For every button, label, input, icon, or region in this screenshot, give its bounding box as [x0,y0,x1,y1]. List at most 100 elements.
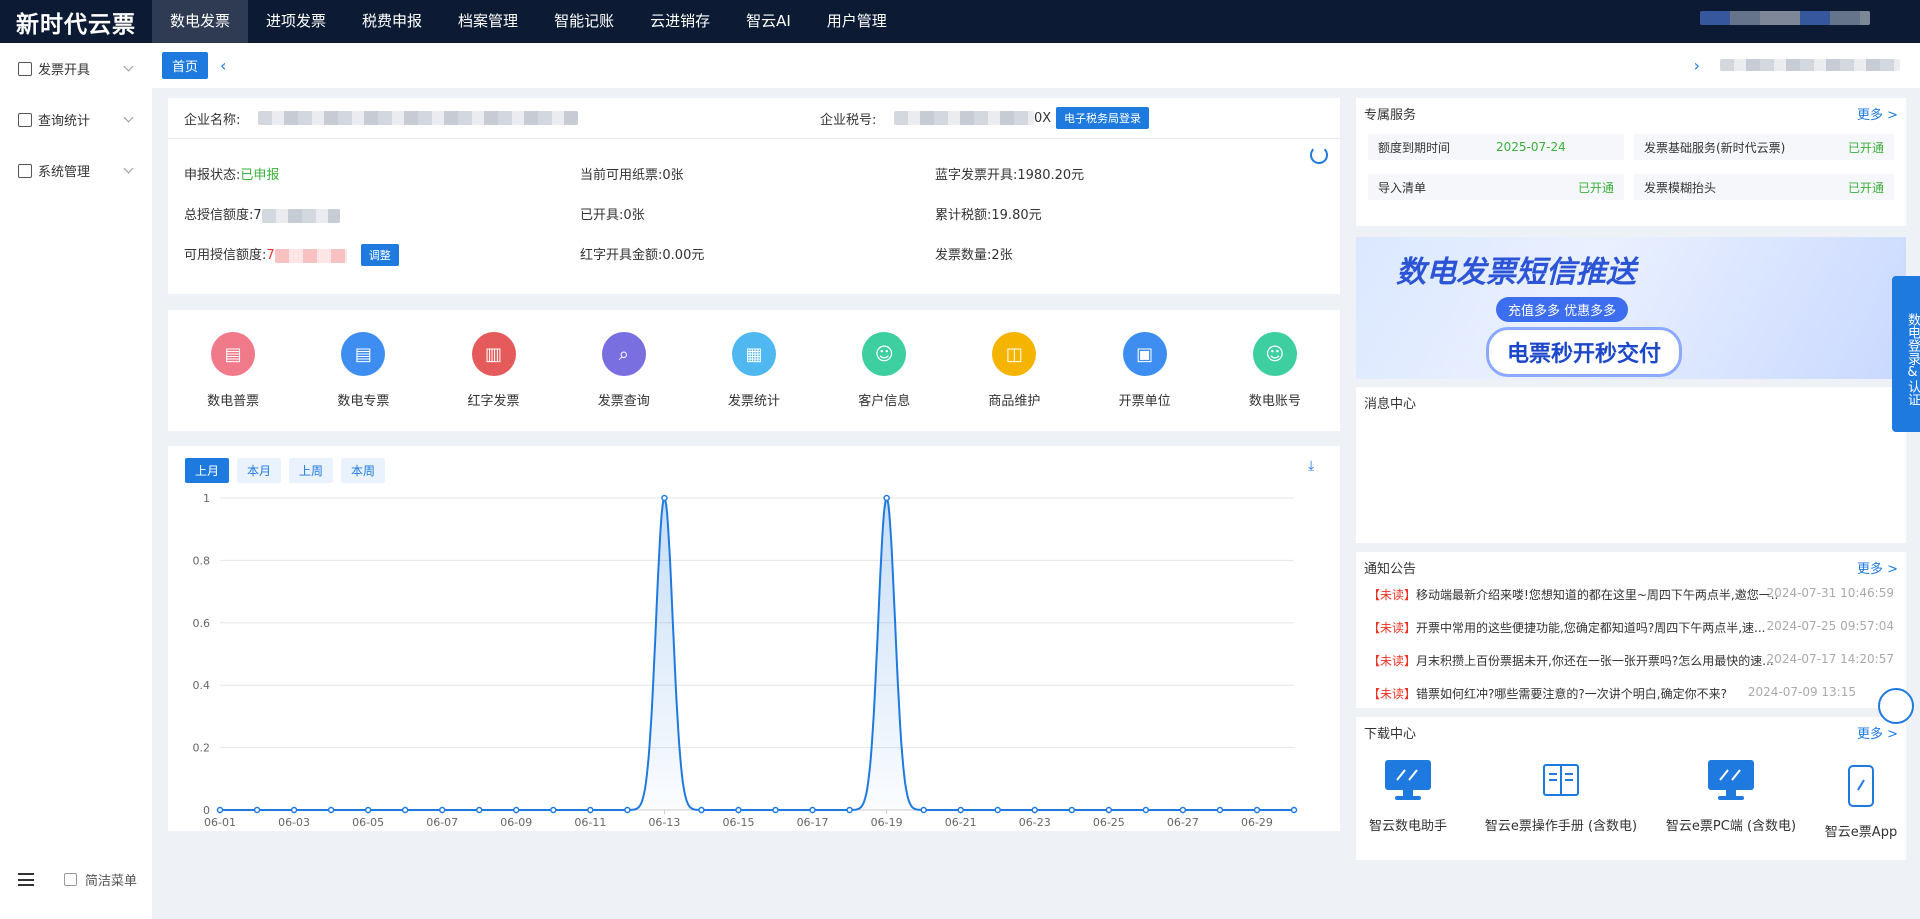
data-point [438,806,446,814]
notice-item[interactable]: 【未读】移动端最新介绍来喽!您想知道的都在这里~周四下午两点半,邀您一... [1368,586,1778,603]
service-value: 已开通 [1847,140,1884,155]
fn-digital-normal-invoice[interactable]: ▤ 数电普票 [183,332,283,409]
nav-digital-invoice[interactable]: 数电发票 [152,0,249,43]
sidebar-item-query-stats[interactable]: 查询统计 [0,94,152,145]
nav-tax-report[interactable]: 税费申报 [344,0,440,43]
download-assistant[interactable]: 智云数电助手 [1368,759,1448,834]
tax-bureau-login-button[interactable]: 电子税务局登录 [1056,107,1149,129]
simple-menu-checkbox[interactable] [64,873,77,886]
message-center: 消息中心 [1356,387,1906,543]
notice-item[interactable]: 【未读】错票如何红冲?哪些需要注意的?一次讲个明白,确定你不来? [1368,685,1778,702]
data-point [1068,806,1076,814]
login-auth-float[interactable]: 数电登录&认证 [1892,276,1920,432]
unread-tag: 【未读】 [1368,621,1417,635]
avail-paper-value: 0张 [662,168,684,183]
service-title: 专属服务 [1364,108,1417,123]
data-point [661,494,668,502]
nav-user-mgmt[interactable]: 用户管理 [809,0,905,43]
download-manual[interactable]: 智云e票操作手册 (含数电) [1476,759,1646,834]
data-point [1216,806,1224,814]
data-point [587,806,594,814]
data-point [624,806,631,814]
fn-invoice-stats[interactable]: ▦ 发票统计 [704,332,804,409]
tab-home[interactable]: 首页 [162,52,209,79]
data-point [772,806,779,814]
service-item: 发票模糊抬头 已开通 [1634,174,1894,200]
download-label: 智云e票操作手册 (含数电) [1484,819,1638,834]
tab-scroll-right-icon[interactable]: › [1694,56,1700,75]
service-more-link[interactable]: 更多 > [1857,104,1898,123]
series-area [220,498,1294,810]
download-label: 智云e票App [1824,825,1898,840]
user-info-blurred[interactable] [1700,11,1880,29]
chevron-down-icon [123,163,134,174]
data-point [327,806,335,814]
fn-label: 发票统计 [727,394,780,409]
nav-accounting[interactable]: 智能记账 [536,0,632,43]
tab-scroll-left-icon[interactable]: ‹ [220,56,226,75]
chart-card: 上月 本月 上周 本周 ⤓ 0 0.2 0.4 0.6 0.8 1 06-01 06-03 06… [168,446,1340,831]
avail-credit-prefix: 7 [266,248,275,263]
fn-digital-special-invoice[interactable]: ▤ 数电专票 [313,332,413,409]
account-info-blurred [1720,59,1900,71]
notice-date: 2024-07-17 14:20:57 [1766,652,1894,666]
tax-total-value: 19.80元 [991,208,1042,223]
avail-credit-blurred [274,248,347,263]
top-nav: 数电发票 进项发票 税费申报 档案管理 智能记账 云进销存 智云AI 用户管理 [152,0,905,43]
unread-tag: 【未读】 [1368,687,1417,701]
nav-ai[interactable]: 智云AI [728,0,809,43]
refresh-icon[interactable] [1310,146,1328,164]
promo-banner[interactable]: 数电发票短信推送 充值多多 优惠多多 电票秒开秒交付 [1356,237,1906,379]
menu-fold-icon[interactable] [18,873,34,886]
sidebar-item-system-mgmt[interactable]: 系统管理 [0,145,152,196]
y-tick-label: 0.8 [193,554,211,567]
nav-inventory[interactable]: 云进销存 [632,0,728,43]
red-invoice-icon: ▥ [471,332,516,376]
fn-digital-account[interactable]: ☺ 数电账号 [1225,332,1325,409]
goods-icon: ◫ [992,332,1037,376]
fn-issuing-unit[interactable]: ▣ 开票单位 [1095,332,1195,409]
data-point [920,806,927,814]
notice-more-link[interactable]: 更多 > [1857,558,1898,577]
x-tick-label: 06-11 [574,816,606,829]
data-point [809,806,816,814]
notice-item[interactable]: 【未读】月末积攒上百份票据未开,你还在一张一张开票吗?怎么用最快的速... [1368,652,1778,669]
tax-id-label: 企业税号: [820,112,877,128]
sidebar-item-label: 查询统计 [38,114,91,129]
data-point [1142,806,1150,814]
company-info-card: 企业名称: 企业税号: 0X 电子税务局登录 申报状态:已申报 当前可用纸票:0… [168,98,1340,294]
unit-icon: ▣ [1122,332,1167,376]
sidebar: 发票开具 查询统计 系统管理 简洁菜单 [0,43,152,919]
fn-customer-info[interactable]: ☺ 客户信息 [834,332,934,409]
notice-item[interactable]: 【未读】开票中常用的这些便捷功能,您确定都知道吗?周四下午两点半,速... [1368,619,1778,636]
y-tick-label: 0.2 [193,742,211,755]
total-credit-prefix: 7 [253,208,262,223]
blue-invoice-value: 1980.20元 [1017,168,1085,183]
quick-functions: ▤ 数电普票 ▤ 数电专票 ▥ 红字发票 ⌕ 发票查询 ▦ 发票统计 ☺ 客户信息 ◫ 商品维… [168,310,1340,431]
customer-service-icon[interactable] [1878,688,1914,724]
issued-label: 已开具: [580,208,624,223]
fn-label: 商品维护 [988,394,1041,409]
data-point [475,806,483,814]
nav-archive[interactable]: 档案管理 [440,0,536,43]
x-tick-label: 06-05 [352,816,384,829]
fn-red-invoice[interactable]: ▥ 红字发票 [444,332,544,409]
download-app[interactable]: 智云e票App [1818,765,1904,840]
sidebar-item-invoice-issue[interactable]: 发票开具 [0,43,152,94]
nav-input-invoice[interactable]: 进项发票 [248,0,344,43]
invoice-count-value: 2张 [991,248,1013,263]
banner-main-text: 电票秒开秒交付 [1486,327,1683,377]
avail-credit-label: 可用授信额度: [184,248,267,263]
adjust-credit-button[interactable]: 调整 [360,244,399,266]
x-tick-label: 06-19 [871,816,903,829]
download-more-link[interactable]: 更多 > [1857,723,1898,742]
list-doc-icon [18,112,32,127]
report-status-value: 已申报 [240,168,280,183]
x-tick-label: 06-25 [1093,816,1125,829]
simple-menu-label: 简洁菜单 [85,874,138,889]
download-pc[interactable]: 智云e票PC端 (含数电) [1656,759,1806,834]
data-point [698,806,705,814]
fn-goods-maint[interactable]: ◫ 商品维护 [964,332,1064,409]
fn-label: 红字发票 [467,394,520,409]
fn-invoice-query[interactable]: ⌕ 发票查询 [574,332,674,409]
